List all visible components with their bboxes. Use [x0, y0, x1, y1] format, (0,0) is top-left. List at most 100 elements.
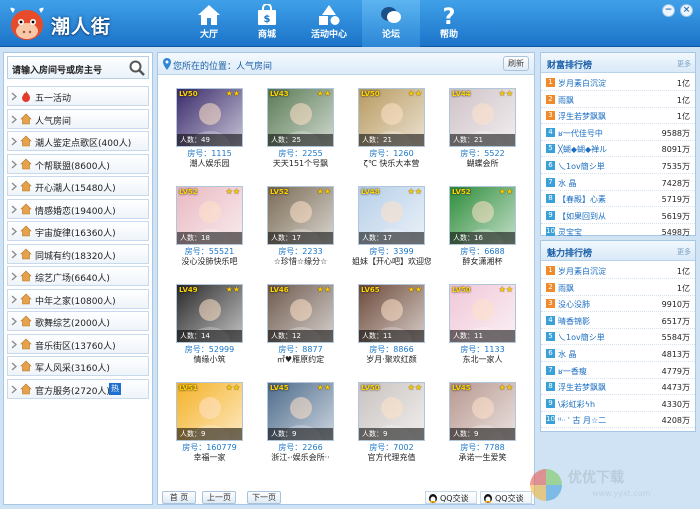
- nav-hall[interactable]: 大厅: [180, 0, 238, 47]
- ranking-user-name[interactable]: 乀1ov簡シ単: [558, 161, 605, 172]
- room-thumbnail[interactable]: LV49 ★★ 人数：14: [176, 284, 243, 343]
- category-item[interactable]: 官方服务(2720人) 热: [7, 378, 149, 399]
- search-icon[interactable]: [128, 59, 146, 77]
- ranking-user-name[interactable]: 雨飘: [558, 95, 574, 106]
- ranking-row[interactable]: 5 乀1ov簡シ単 5584万: [541, 329, 695, 346]
- nav-forum[interactable]: 论坛: [362, 0, 420, 47]
- room-card[interactable]: LV50 ★★ 人数：21 房号：1260 ζ℃ 快乐大本营: [358, 88, 425, 168]
- category-item[interactable]: 个帮联盟(8600人): [7, 153, 149, 174]
- room-title[interactable]: 承诺一生爱笑: [443, 452, 522, 463]
- nav-help[interactable]: ? 帮助: [420, 0, 478, 47]
- ranking-row[interactable]: 3 浮生若梦飘飘 1亿: [541, 108, 695, 125]
- room-thumbnail[interactable]: LV51 ★★ 人数：9: [176, 382, 243, 441]
- category-item[interactable]: 中年之家(10800人): [7, 288, 149, 309]
- ranking-row[interactable]: 7水 晶 7428万: [541, 175, 695, 191]
- ranking-user-name[interactable]: ʁ一香瘦: [558, 366, 587, 377]
- room-title[interactable]: ㎡♥雁原约定: [261, 354, 340, 365]
- room-thumbnail[interactable]: LV50 ★★ 人数：11: [449, 284, 516, 343]
- room-thumbnail[interactable]: LV48 ★★ 人数：17: [358, 186, 425, 245]
- room-card[interactable]: LV50 ★★ 人数：11 房号：1133 东北一家人: [449, 284, 516, 364]
- ranking-user-name[interactable]: 【春殿】心素: [558, 194, 606, 205]
- room-title[interactable]: 天天151个号飘: [261, 158, 340, 169]
- room-thumbnail[interactable]: LV45 ★★ 人数：9: [267, 382, 334, 441]
- ranking-row[interactable]: 4 晴香锦影 6517万: [541, 313, 695, 329]
- category-item[interactable]: 军人风采(3160人): [7, 356, 149, 376]
- ranking-row[interactable]: 7 ʁ一香瘦 4779万: [541, 363, 695, 379]
- ranking-user-name[interactable]: 水 晶: [558, 178, 577, 189]
- nav-activity[interactable]: 活动中心: [296, 0, 362, 47]
- ranking-row[interactable]: 8 【春殿】心素 5719万: [541, 191, 695, 208]
- room-title[interactable]: ζ℃ 快乐大本营: [352, 158, 431, 169]
- ranking-row[interactable]: 10 ᐦᐧᐧ ˈ 古 月☆二 4208万: [541, 412, 695, 429]
- ranking-row[interactable]: 1 岁月素白沉淀 1亿: [541, 75, 695, 91]
- ranking-more-link[interactable]: 更多: [677, 59, 691, 69]
- room-thumbnail[interactable]: LV52 ★★ 人数：17: [267, 186, 334, 245]
- room-thumbnail[interactable]: LV52 ★★ 人数：16: [449, 186, 516, 245]
- ranking-row[interactable]: 3 没心没肺 9910万: [541, 296, 695, 313]
- prev-page-button[interactable]: 上一页: [202, 491, 236, 504]
- room-title[interactable]: 官方代理充值: [352, 452, 431, 463]
- category-item[interactable]: 同城有约(18320人): [7, 243, 149, 264]
- room-title[interactable]: 岁月·聚欢红颜: [352, 354, 431, 365]
- ranking-user-name[interactable]: 岁月素白沉淀: [558, 266, 606, 277]
- room-title[interactable]: 潮人娱乐园: [170, 158, 249, 169]
- room-thumbnail[interactable]: LV52 ★★ 人数：18: [176, 186, 243, 245]
- ranking-user-name[interactable]: ╳蝴◆蝴◆禅ル: [558, 144, 607, 155]
- room-card[interactable]: LV49 ★★ 人数：14 房号：52999 情缘小筑: [176, 284, 243, 364]
- room-card[interactable]: LV52 ★★ 人数：17 房号：2233 ☆珍惜☆缘分☆: [267, 186, 334, 266]
- room-card[interactable]: LV44 ★★ 人数：21 房号：5522 蝴蝶会所: [449, 88, 516, 168]
- category-item[interactable]: 潮人鉴定点歌区(400人): [7, 131, 149, 151]
- ranking-row[interactable]: 4 ʁ一代佳号中 9588万: [541, 125, 695, 141]
- room-card[interactable]: LV65 ★★ 人数：11 房号：8866 岁月·聚欢红颜: [358, 284, 425, 364]
- ranking-user-name[interactable]: 晴香锦影: [558, 316, 590, 327]
- category-item[interactable]: 情感婚恋(19400人): [7, 198, 149, 219]
- category-item[interactable]: 宇宙旋律(16360人): [7, 221, 149, 241]
- qq-chat-button-1[interactable]: QQ交谈: [425, 491, 477, 504]
- ranking-user-name[interactable]: 水 晶: [558, 349, 577, 360]
- ranking-row[interactable]: 9 \彩虹彩ϟh 4330万: [541, 396, 695, 412]
- room-thumbnail[interactable]: LV45 ★★ 人数：9: [449, 382, 516, 441]
- next-page-button[interactable]: 下一页: [247, 491, 281, 504]
- ranking-row[interactable]: 6水 晶 4813万: [541, 346, 695, 362]
- close-button[interactable]: ×: [680, 4, 693, 17]
- ranking-row[interactable]: 5 ╳蝴◆蝴◆禅ル 8091万: [541, 141, 695, 158]
- ranking-more-link[interactable]: 更多: [677, 247, 691, 257]
- room-title[interactable]: 蝴蝶会所: [443, 158, 522, 169]
- category-item[interactable]: 五一活动: [7, 86, 149, 106]
- room-thumbnail[interactable]: LV43 ★★ 人数：25: [267, 88, 334, 147]
- ranking-user-name[interactable]: ᐦᐧᐧ ˈ 古 月☆二: [558, 415, 606, 426]
- nav-shop[interactable]: $ 商城: [238, 0, 296, 47]
- room-card[interactable]: LV52 ★★ 人数：16 房号：6688 醉女潇湘杯: [449, 186, 516, 266]
- room-thumbnail[interactable]: LV50 ★★ 人数：9: [358, 382, 425, 441]
- room-card[interactable]: LV52 ★★ 人数：18 房号：55521 没心没肺快乐吧: [176, 186, 243, 266]
- ranking-row[interactable]: 6 乀1ov簡シ単 7535万: [541, 158, 695, 174]
- room-title[interactable]: 东北一家人: [443, 354, 522, 365]
- ranking-user-name[interactable]: \彩虹彩ϟh: [558, 399, 595, 410]
- ranking-row[interactable]: 9 【如果回到从 5619万: [541, 208, 695, 224]
- room-title[interactable]: 浙江-·娱乐会所··: [261, 452, 340, 463]
- room-card[interactable]: LV48 ★★ 人数：17 房号：3399 姐妹【开心吧】欢迎您: [352, 186, 431, 266]
- ranking-row[interactable]: 8 浮生若梦飘飘 4473万: [541, 379, 695, 396]
- ranking-user-name[interactable]: 岁月素白沉淀: [558, 78, 606, 89]
- room-search-input[interactable]: 请输入房间号或房主号: [7, 56, 149, 79]
- room-thumbnail[interactable]: LV50 ★★ 人数：21: [358, 88, 425, 147]
- category-item[interactable]: 音乐街区(13760人): [7, 333, 149, 354]
- category-item[interactable]: 歌舞综艺(2000人): [7, 311, 149, 331]
- ranking-row[interactable]: 2 雨飘 1亿: [541, 280, 695, 296]
- room-card[interactable]: LV45 ★★ 人数：9 房号：2266 浙江-·娱乐会所··: [267, 382, 334, 462]
- room-card[interactable]: LV46 ★★ 人数：12 房号：8877 ㎡♥雁原约定: [267, 284, 334, 364]
- room-card[interactable]: LV43 ★★ 人数：25 房号：2255 天天151个号飘: [267, 88, 334, 168]
- refresh-button[interactable]: 刷新: [503, 56, 529, 71]
- ranking-user-name[interactable]: 乀1ov簡シ単: [558, 332, 605, 343]
- room-title[interactable]: 醉女潇湘杯: [443, 256, 522, 267]
- first-page-button[interactable]: 首 页: [162, 491, 196, 504]
- room-title[interactable]: 幸福一家: [170, 452, 249, 463]
- ranking-user-name[interactable]: 雨飘: [558, 283, 574, 294]
- room-title[interactable]: 姐妹【开心吧】欢迎您: [352, 256, 431, 267]
- ranking-user-name[interactable]: ʁ一代佳号中: [558, 128, 603, 139]
- ranking-user-name[interactable]: 浮生若梦飘飘: [558, 382, 606, 393]
- room-card[interactable]: LV51 ★★ 人数：9 房号：160779 幸福一家: [176, 382, 243, 462]
- ranking-row[interactable]: 10 灵宝宝 5498万: [541, 224, 695, 241]
- ranking-user-name[interactable]: 灵宝宝: [558, 227, 582, 238]
- room-thumbnail[interactable]: LV44 ★★ 人数：21: [449, 88, 516, 147]
